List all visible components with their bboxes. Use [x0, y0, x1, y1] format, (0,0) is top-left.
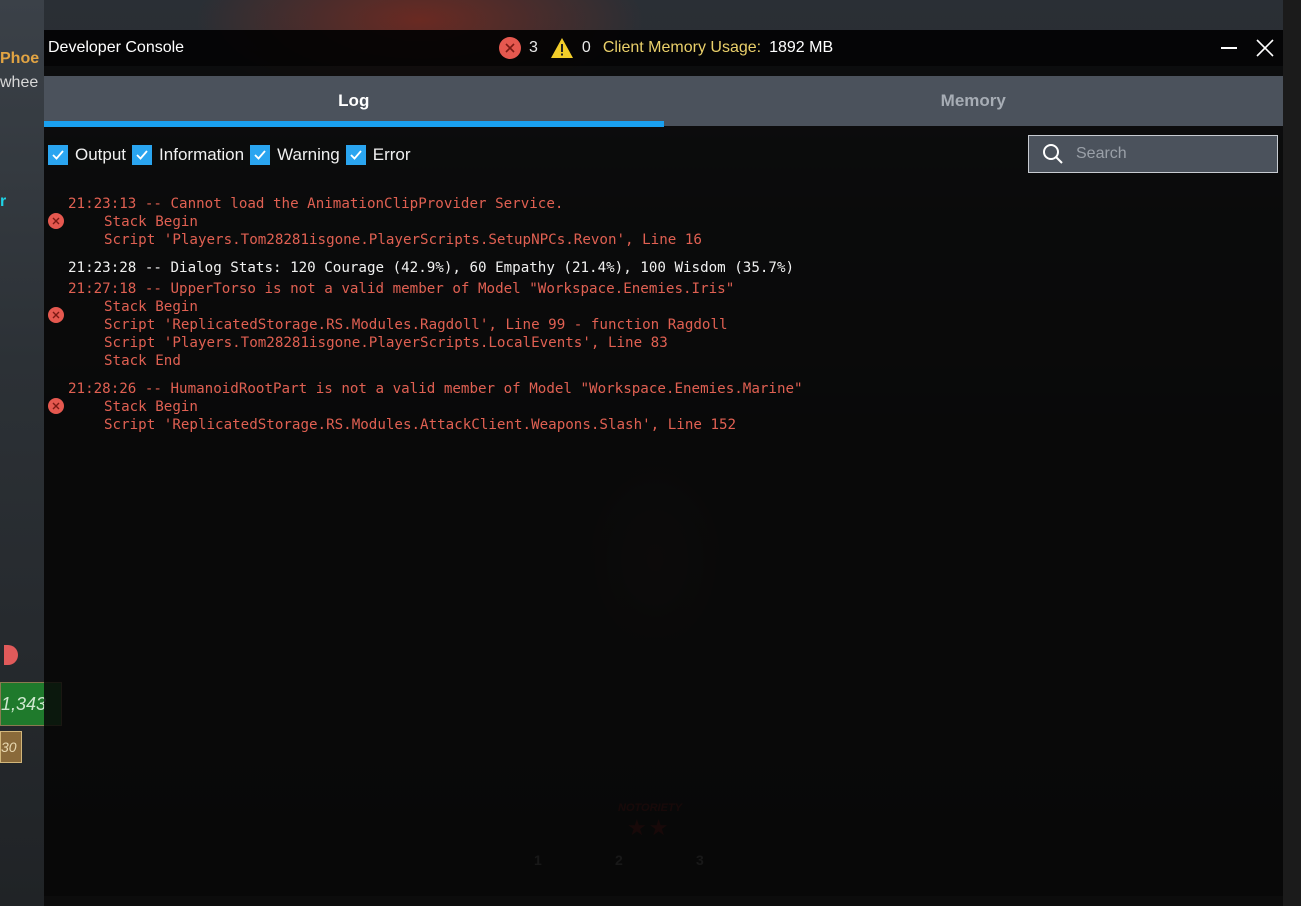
log-stack-line: Script 'Players.Tom28281isgone.PlayerScr…	[104, 335, 668, 351]
error-icon	[48, 213, 64, 229]
log-output[interactable]: 21:23:13 -- Cannot load the AnimationCli…	[44, 195, 1244, 434]
log-stack-line: Script 'Players.Tom28281isgone.PlayerScr…	[104, 232, 702, 248]
filter-output-label: Output	[75, 145, 127, 164]
log-entry: 21:23:13 -- Cannot load the AnimationCli…	[44, 195, 1244, 249]
filter-warning-checkbox[interactable]: Warning	[250, 145, 340, 165]
warning-count-icon	[550, 37, 574, 59]
log-message: 21:27:18 -- UpperTorso is not a valid me…	[68, 281, 735, 297]
tab-memory[interactable]: Memory	[664, 76, 1284, 126]
console-titlebar[interactable]: Developer Console 3 0 Client Memory Usag…	[44, 30, 1283, 66]
log-message: 21:23:13 -- Cannot load the AnimationCli…	[68, 196, 564, 212]
console-title: Developer Console	[48, 39, 185, 56]
close-icon	[1256, 39, 1274, 57]
filter-output-checkbox[interactable]: Output	[48, 145, 126, 165]
console-stats: 3 0 Client Memory Usage: 1892 MB	[499, 37, 833, 59]
filter-error-checkbox[interactable]: Error	[345, 145, 411, 165]
log-entry: 21:27:18 -- UpperTorso is not a valid me…	[44, 280, 1244, 370]
memory-usage-label: Client Memory Usage:	[602, 39, 762, 56]
game-right-edge	[1283, 0, 1301, 906]
memory-usage-value: 1892 MB	[769, 39, 834, 56]
filter-warning-label: Warning	[277, 145, 340, 164]
log-stack-line: Stack End	[104, 353, 181, 369]
search-input[interactable]	[1074, 144, 1258, 164]
log-message: 21:28:26 -- HumanoidRootPart is not a va…	[68, 381, 803, 397]
error-icon	[48, 398, 64, 414]
minimize-icon	[1221, 47, 1237, 49]
log-entry: 21:28:26 -- HumanoidRootPart is not a va…	[44, 380, 1244, 434]
filter-error-label: Error	[372, 145, 411, 164]
error-icon	[48, 307, 64, 323]
close-button[interactable]	[1253, 36, 1277, 60]
warning-count: 0	[581, 39, 591, 56]
log-stack-line: Stack Begin	[104, 299, 198, 315]
search-icon	[1043, 144, 1063, 164]
log-stack-line: Script 'ReplicatedStorage.RS.Modules.Rag…	[104, 317, 728, 333]
checkbox-checked-icon	[48, 145, 68, 165]
game-player-subtitle: whee	[0, 74, 39, 91]
game-player-name: Phoe	[0, 50, 40, 67]
log-stack-line: Script 'ReplicatedStorage.RS.Modules.Att…	[104, 417, 737, 433]
error-count-icon	[499, 37, 521, 59]
minimize-button[interactable]	[1217, 36, 1241, 60]
filter-information-label: Information	[159, 145, 245, 164]
checkbox-checked-icon	[345, 145, 366, 165]
game-cyan-label: r	[0, 193, 7, 210]
developer-console: Developer Console 3 0 Client Memory Usag…	[44, 30, 1283, 896]
error-count: 3	[529, 39, 538, 56]
log-filters: Output Information Warning Error	[48, 145, 417, 165]
checkbox-checked-icon	[132, 145, 153, 165]
log-message: 21:23:28 -- Dialog Stats: 120 Courage (4…	[68, 260, 795, 276]
checkbox-checked-icon	[250, 145, 271, 165]
tab-log[interactable]: Log	[44, 76, 664, 127]
console-tabs: Log Memory	[44, 76, 1284, 127]
game-level-badge: 30	[0, 731, 22, 763]
log-stack-line: Stack Begin	[104, 214, 198, 230]
game-left-panel	[0, 0, 44, 906]
search-box[interactable]	[1028, 135, 1278, 173]
log-entry: 21:23:28 -- Dialog Stats: 120 Courage (4…	[44, 259, 1244, 277]
log-stack-line: Stack Begin	[104, 399, 198, 415]
filter-information-checkbox[interactable]: Information	[132, 145, 244, 165]
